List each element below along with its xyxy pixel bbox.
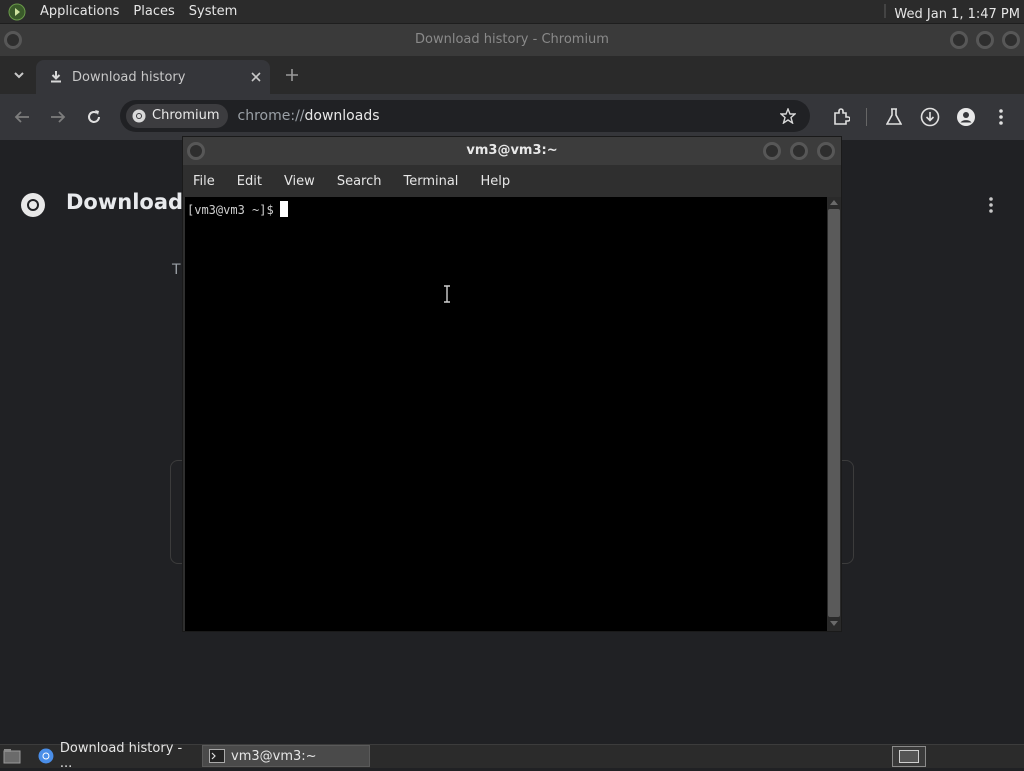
tab-close-icon[interactable]	[250, 71, 262, 83]
terminal-prompt: [vm3@vm3 ~]$	[187, 203, 274, 217]
tab-strip: Download history	[0, 56, 1024, 94]
top-panel: Applications Places System Wed Jan 1, 1:…	[0, 0, 1024, 24]
url-scheme: chrome://	[237, 108, 305, 124]
reload-icon[interactable]	[86, 109, 102, 125]
downloads-partial-text: T	[172, 262, 181, 278]
menu-search[interactable]: Search	[337, 174, 382, 189]
taskbar-item-terminal[interactable]: vm3@vm3:~	[202, 745, 370, 767]
scroll-up-icon[interactable]	[830, 199, 838, 205]
downloads-more-icon[interactable]	[986, 196, 996, 214]
menu-help[interactable]: Help	[480, 174, 510, 189]
terminal-close-button[interactable]	[817, 142, 835, 160]
panel-menus: Applications Places System	[0, 3, 237, 21]
chrome-menu-icon[interactable]	[996, 108, 1006, 126]
terminal-maximize-button[interactable]	[790, 142, 808, 160]
terminal-cursor	[279, 201, 288, 217]
chromium-page-logo-icon	[21, 193, 45, 217]
extensions-icon[interactable]	[832, 108, 850, 126]
terminal-menubar: File Edit View Search Terminal Help	[183, 165, 841, 197]
scroll-down-icon[interactable]	[830, 621, 838, 627]
forward-icon[interactable]	[50, 110, 66, 124]
terminal-window: vm3@vm3:~ File Edit View Search Terminal…	[182, 136, 842, 632]
taskbar-terminal-label: vm3@vm3:~	[231, 748, 317, 764]
terminal-minimize-button[interactable]	[763, 142, 781, 160]
browser-toolbar: Chromium chrome://downloads	[0, 94, 1024, 140]
terminal-title: vm3@vm3:~	[466, 143, 558, 158]
bottom-taskbar: Download history - ... vm3@vm3:~	[0, 741, 1024, 771]
bookmark-star-icon[interactable]	[780, 108, 796, 124]
menu-terminal[interactable]: Terminal	[403, 174, 458, 189]
new-tab-icon[interactable]	[284, 67, 300, 83]
downloads-toolbar-icon[interactable]	[920, 107, 940, 127]
terminal-line: [vm3@vm3 ~]$	[187, 201, 288, 217]
places-menu[interactable]: Places	[133, 4, 174, 19]
labs-flask-icon[interactable]	[886, 108, 902, 126]
tab-download-history[interactable]: Download history	[36, 60, 270, 94]
clock-text[interactable]: Wed Jan 1, 1:47 PM	[894, 7, 1020, 22]
gnome-foot-icon[interactable]	[8, 3, 26, 21]
site-chip[interactable]: Chromium	[126, 104, 228, 128]
minimize-button[interactable]	[950, 31, 968, 49]
workspace-switcher[interactable]	[892, 746, 926, 767]
menu-file[interactable]: File	[193, 174, 215, 189]
system-menu[interactable]: System	[189, 4, 237, 19]
chromium-window-title: Download history - Chromium	[415, 32, 609, 47]
download-icon	[51, 71, 61, 83]
text-cursor-icon	[444, 285, 450, 303]
menu-view[interactable]: View	[284, 174, 315, 189]
panel-separator	[884, 4, 887, 18]
tab-title: Download history	[72, 69, 186, 85]
terminal-screen[interactable]: [vm3@vm3 ~]$	[185, 197, 827, 631]
site-chip-label: Chromium	[152, 108, 220, 123]
chromium-logo-icon	[132, 109, 146, 123]
terminal-titlebar[interactable]: vm3@vm3:~	[183, 137, 841, 165]
applications-menu[interactable]: Applications	[40, 4, 119, 19]
taskbar-item-chromium[interactable]: Download history - ...	[32, 741, 198, 771]
close-window-button[interactable]	[1002, 31, 1020, 49]
panel-clock[interactable]: Wed Jan 1, 1:47 PM	[884, 4, 1020, 22]
show-desktop-icon[interactable]	[3, 748, 21, 764]
terminal-scrollbar[interactable]	[827, 197, 841, 631]
menu-edit[interactable]: Edit	[237, 174, 262, 189]
scrollbar-thumb[interactable]	[828, 209, 840, 617]
omnibox[interactable]: Chromium chrome://downloads	[120, 100, 810, 132]
maximize-button[interactable]	[976, 31, 994, 49]
profile-avatar-icon[interactable]	[956, 107, 976, 127]
chromium-titlebar[interactable]: Download history - Chromium	[0, 24, 1024, 56]
tab-search-chevron-icon[interactable]	[12, 68, 26, 82]
terminal-taskbar-icon	[209, 749, 225, 763]
chromium-taskbar-icon	[38, 748, 54, 764]
toolbar-divider	[866, 108, 867, 126]
back-icon[interactable]	[14, 110, 30, 124]
workspace-1[interactable]	[899, 750, 919, 763]
taskbar-chromium-label: Download history - ...	[59, 741, 183, 771]
terminal-window-menu-button[interactable]	[187, 142, 205, 160]
window-menu-button[interactable]	[4, 31, 22, 49]
url-host: downloads	[304, 108, 380, 124]
